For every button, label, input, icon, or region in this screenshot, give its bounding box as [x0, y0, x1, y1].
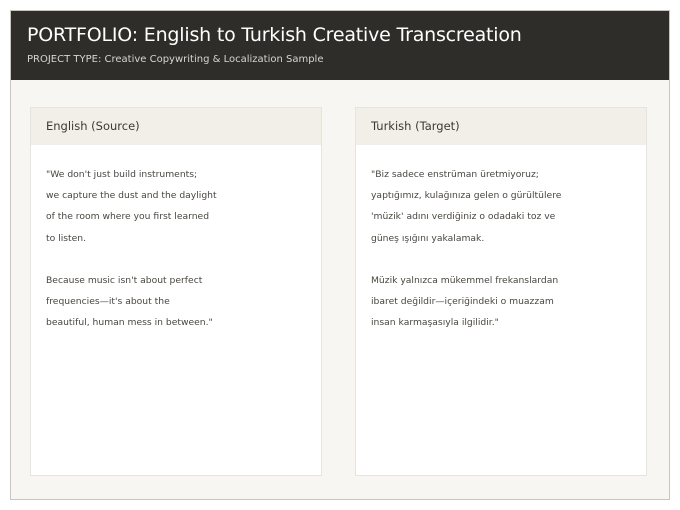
source-text: "We don't just build instruments; we cap…	[31, 145, 321, 334]
source-line: of the room where you first learned	[46, 211, 210, 223]
target-panel-title: Turkish (Target)	[356, 108, 646, 145]
project-type-subtitle: PROJECT TYPE: Creative Copywriting & Loc…	[27, 54, 324, 65]
target-line: güneş ışığını yakalamak.	[371, 232, 485, 244]
target-line: Müzik yalnızca mükemmel frekanslardan	[371, 274, 559, 286]
target-panel: Turkish (Target) "Biz sadece enstrüman ü…	[355, 107, 647, 476]
source-line: we capture the dust and the daylight	[46, 190, 217, 202]
source-panel-title: English (Source)	[31, 108, 321, 145]
target-line: insan karmaşasıyla ilgilidir."	[371, 317, 499, 329]
target-line: "Biz sadece enstrüman üretmiyoruz;	[371, 169, 539, 180]
source-line: frequencies—it's about the	[46, 296, 170, 308]
portfolio-page: PORTFOLIO: English to Turkish Creative T…	[10, 10, 670, 500]
target-text: "Biz sadece enstrüman üretmiyoruz; yaptı…	[356, 145, 646, 334]
target-line: yaptığımız, kulağınıza gelen o gürültüle…	[371, 190, 562, 202]
target-line: 'müzik' adını verdiğiniz o odadaki toz v…	[371, 211, 556, 223]
source-line: Because music isn't about perfect	[46, 274, 203, 286]
source-line: "We don't just build instruments;	[46, 169, 198, 180]
source-line: to listen.	[46, 232, 87, 244]
page-title: PORTFOLIO: English to Turkish Creative T…	[27, 24, 522, 46]
target-line: ibaret değildir—içeriğindeki o muazzam	[371, 296, 554, 308]
source-line: beautiful, human mess in between."	[46, 317, 213, 329]
page-header: PORTFOLIO: English to Turkish Creative T…	[11, 11, 669, 80]
source-panel: English (Source) "We don't just build in…	[30, 107, 322, 476]
